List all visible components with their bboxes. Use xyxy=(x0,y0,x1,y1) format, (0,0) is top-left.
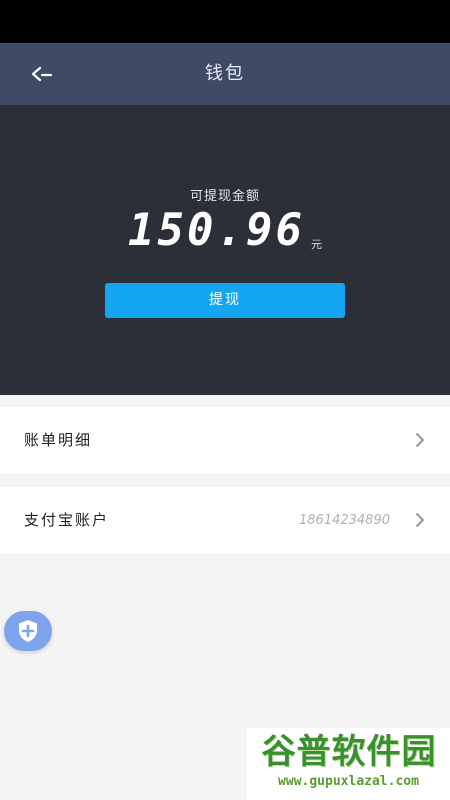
balance-amount: 150.96 xyxy=(128,205,305,256)
status-bar xyxy=(0,0,450,43)
balance-panel: 可提现金额 150.96 元 提现 xyxy=(0,105,450,395)
alipay-account-row[interactable]: 支付宝账户 18614234890 xyxy=(0,487,450,554)
shield-float-button[interactable] xyxy=(4,611,52,651)
balance-unit: 元 xyxy=(310,238,322,251)
watermark: 谷普软件园 www.gupuxlazal.com xyxy=(247,728,450,800)
alipay-account-label: 支付宝账户 xyxy=(24,511,110,529)
bill-details-row[interactable]: 账单明细 xyxy=(0,407,450,474)
app-header: 钱包 xyxy=(0,43,450,105)
page-title: 钱包 xyxy=(205,63,245,84)
watermark-brand: 谷普软件园 xyxy=(261,732,437,772)
shield-plus-icon xyxy=(19,620,37,642)
withdraw-button[interactable]: 提现 xyxy=(105,283,345,318)
back-arrow-icon xyxy=(31,66,53,82)
chevron-right-icon xyxy=(416,513,424,527)
watermark-url: www.gupuxlazal.com xyxy=(278,774,419,789)
chevron-right-icon xyxy=(416,433,424,447)
bill-details-label: 账单明细 xyxy=(24,431,93,449)
back-button[interactable] xyxy=(22,57,62,91)
balance-row: 150.96 元 xyxy=(0,205,450,261)
alipay-account-value: 18614234890 xyxy=(299,513,390,528)
balance-label: 可提现金额 xyxy=(189,189,260,204)
